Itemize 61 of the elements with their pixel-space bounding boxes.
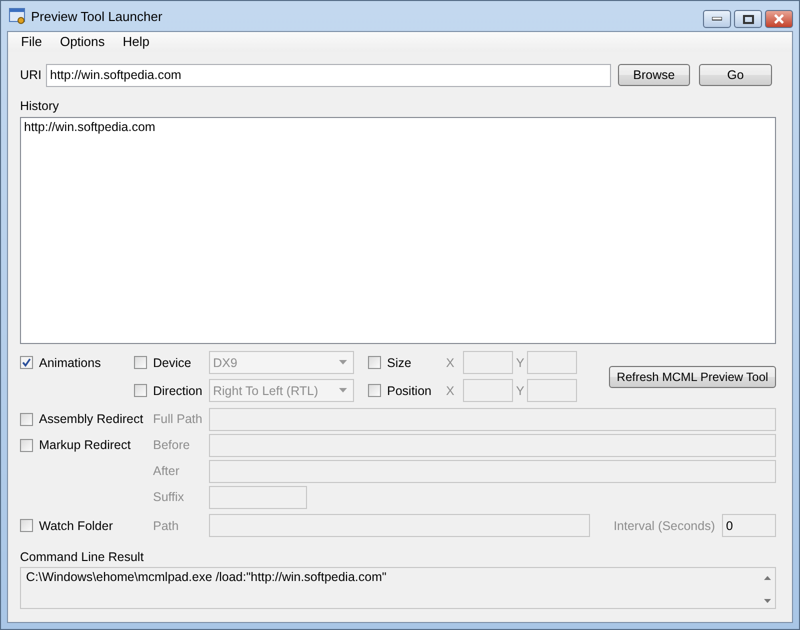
minimize-button[interactable]: [703, 10, 731, 28]
checkbox[interactable]: [134, 384, 147, 397]
uri-label: URI: [20, 68, 43, 82]
history-list[interactable]: http://win.softpedia.com: [20, 117, 776, 344]
checkbox-label: Assembly Redirect: [39, 412, 144, 426]
caret-icon: [339, 360, 347, 365]
y-label: Y: [515, 384, 524, 398]
field-label: Suffix: [153, 490, 186, 504]
maximize-button[interactable]: [734, 10, 762, 28]
input-field[interactable]: [209, 460, 776, 482]
y-field[interactable]: [527, 379, 577, 402]
x-label: X: [446, 356, 456, 370]
app-icon: [9, 8, 25, 24]
menu-item[interactable]: Help: [114, 33, 159, 52]
field-label: Path: [153, 518, 180, 532]
x-label: X: [446, 384, 456, 398]
maximize-icon: [742, 14, 754, 24]
menu-item[interactable]: File: [12, 33, 51, 52]
y-field[interactable]: [527, 351, 577, 374]
refresh-button[interactable]: Refresh MCML Preview Tool: [609, 366, 776, 388]
x-field[interactable]: [463, 351, 513, 374]
history-item[interactable]: http://win.softpedia.com: [24, 120, 772, 135]
checkbox-label: Animations: [39, 356, 101, 370]
field-label: After: [153, 464, 180, 478]
checkbox[interactable]: [368, 384, 381, 397]
checkbox-label: Position: [387, 384, 432, 398]
command-line-text: C:\Windows\ehome\mcmlpad.exe /load:"http://win.softpedia.com": [26, 570, 388, 586]
path-field[interactable]: [209, 514, 590, 537]
checkbox[interactable]: [368, 356, 381, 369]
checkbox-label: Direction: [153, 384, 202, 398]
input-field[interactable]: [209, 434, 776, 456]
history-label: History: [20, 99, 60, 113]
field-label: Full Path: [153, 412, 204, 426]
action-button[interactable]: Go: [699, 64, 772, 86]
scroll-up-icon[interactable]: [764, 576, 770, 580]
menu-item[interactable]: Options: [50, 33, 114, 52]
checkbox[interactable]: [134, 356, 147, 369]
command-line-label: Command Line Result: [20, 550, 145, 564]
input-field[interactable]: [209, 408, 776, 430]
field-label: Interval (Seconds): [614, 518, 715, 532]
checkbox-label: Size: [387, 356, 412, 370]
checkbox[interactable]: [20, 412, 33, 426]
action-button[interactable]: Browse: [618, 64, 690, 86]
y-label: Y: [515, 356, 524, 370]
checkbox-label: Watch Folder: [39, 518, 113, 532]
scroll-down-icon[interactable]: [764, 599, 770, 603]
minimize-icon: [712, 17, 722, 21]
x-field[interactable]: [463, 379, 513, 402]
checkbox[interactable]: [20, 356, 33, 369]
interval-field[interactable]: 0: [722, 514, 776, 537]
checkbox[interactable]: [20, 519, 33, 532]
window-title: Preview Tool Launcher: [31, 8, 162, 24]
checkbox-label: Device: [153, 356, 192, 370]
checkbox-label: Markup Redirect: [39, 438, 131, 452]
caret-icon: [339, 388, 347, 393]
close-button[interactable]: [765, 10, 793, 28]
input-field[interactable]: [209, 486, 307, 508]
uri-field[interactable]: http://win.softpedia.com: [46, 64, 611, 86]
close-icon: [773, 14, 785, 24]
checkbox[interactable]: [20, 438, 33, 452]
field-label: Before: [153, 438, 191, 452]
